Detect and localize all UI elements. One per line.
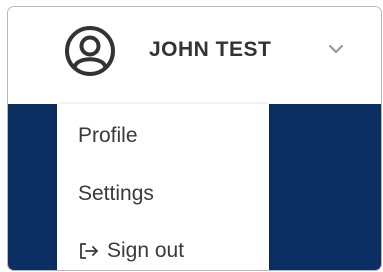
chevron-down-icon[interactable] <box>328 42 344 56</box>
menu-item-profile[interactable]: Profile <box>78 124 138 148</box>
menu-item-settings[interactable]: Settings <box>78 182 154 206</box>
user-header: JOHN TEST <box>8 7 381 104</box>
sign-out-icon <box>80 243 98 259</box>
sign-out-label: Sign out <box>107 239 185 262</box>
menu-item-sign-out[interactable]: Sign out <box>78 239 184 263</box>
user-name[interactable]: JOHN TEST <box>149 38 271 62</box>
user-dropdown-menu: Profile Settings Sign out <box>57 104 269 270</box>
account-panel: JOHN TEST Profile Settings Sign out <box>7 6 382 271</box>
user-circle-icon[interactable] <box>64 25 116 77</box>
